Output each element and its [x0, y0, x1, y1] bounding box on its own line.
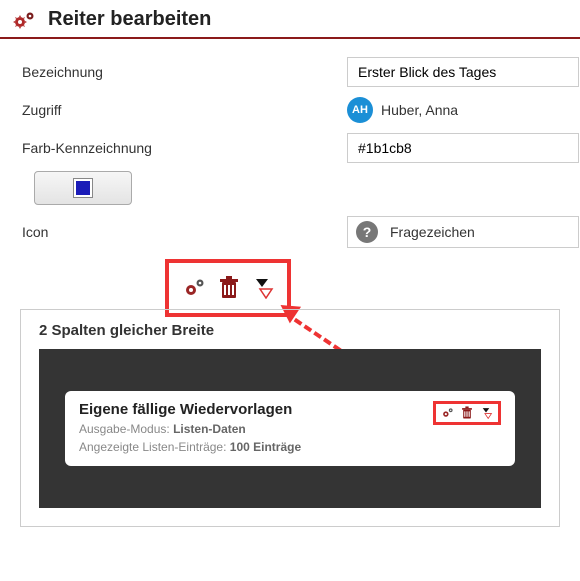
avatar: AH: [347, 97, 373, 123]
widget-toolbar: [433, 401, 501, 425]
settings-icon[interactable]: [441, 407, 455, 419]
trash-icon[interactable]: [461, 406, 473, 420]
page-title: Reiter bearbeiten: [48, 8, 211, 31]
icon-select[interactable]: ? Fragezeichen: [347, 216, 579, 248]
icon-label: Icon: [22, 224, 347, 240]
trash-icon[interactable]: [218, 276, 240, 300]
page-header: Reiter bearbeiten: [0, 0, 580, 39]
widget-entries-label: Angezeigte Listen-Einträge:: [79, 440, 230, 454]
widget-card[interactable]: Eigene fällige Wiedervorlagen Ausgabe-Mo…: [65, 391, 515, 466]
move-icon[interactable]: [250, 277, 274, 299]
layout-title: 2 Spalten gleicher Breite: [39, 322, 541, 339]
color-swatch-icon: [74, 179, 92, 197]
settings-icon[interactable]: [182, 277, 208, 299]
color-input[interactable]: [347, 133, 579, 163]
user-name: Huber, Anna: [381, 102, 458, 118]
access-label: Zugriff: [22, 102, 347, 118]
name-label: Bezeichnung: [22, 64, 347, 80]
move-icon[interactable]: [479, 407, 493, 419]
widget-entries-value: 100 Einträge: [230, 440, 301, 454]
color-label: Farb-Kennzeichnung: [22, 140, 347, 156]
layout-panel: 2 Spalten gleicher Breite Eigene fällige…: [20, 309, 560, 527]
layout-canvas: Eigene fällige Wiedervorlagen Ausgabe-Mo…: [39, 349, 541, 508]
name-input[interactable]: [347, 57, 579, 87]
widget-mode-value: Listen-Daten: [173, 422, 246, 436]
gears-icon: [12, 10, 38, 30]
user-chip[interactable]: AH Huber, Anna: [347, 97, 458, 123]
widget-title: Eigene fällige Wiedervorlagen: [79, 401, 301, 418]
widget-mode-label: Ausgabe-Modus:: [79, 422, 173, 436]
color-picker-button[interactable]: [34, 171, 132, 205]
question-icon: ?: [356, 221, 378, 243]
icon-value: Fragezeichen: [390, 224, 475, 240]
